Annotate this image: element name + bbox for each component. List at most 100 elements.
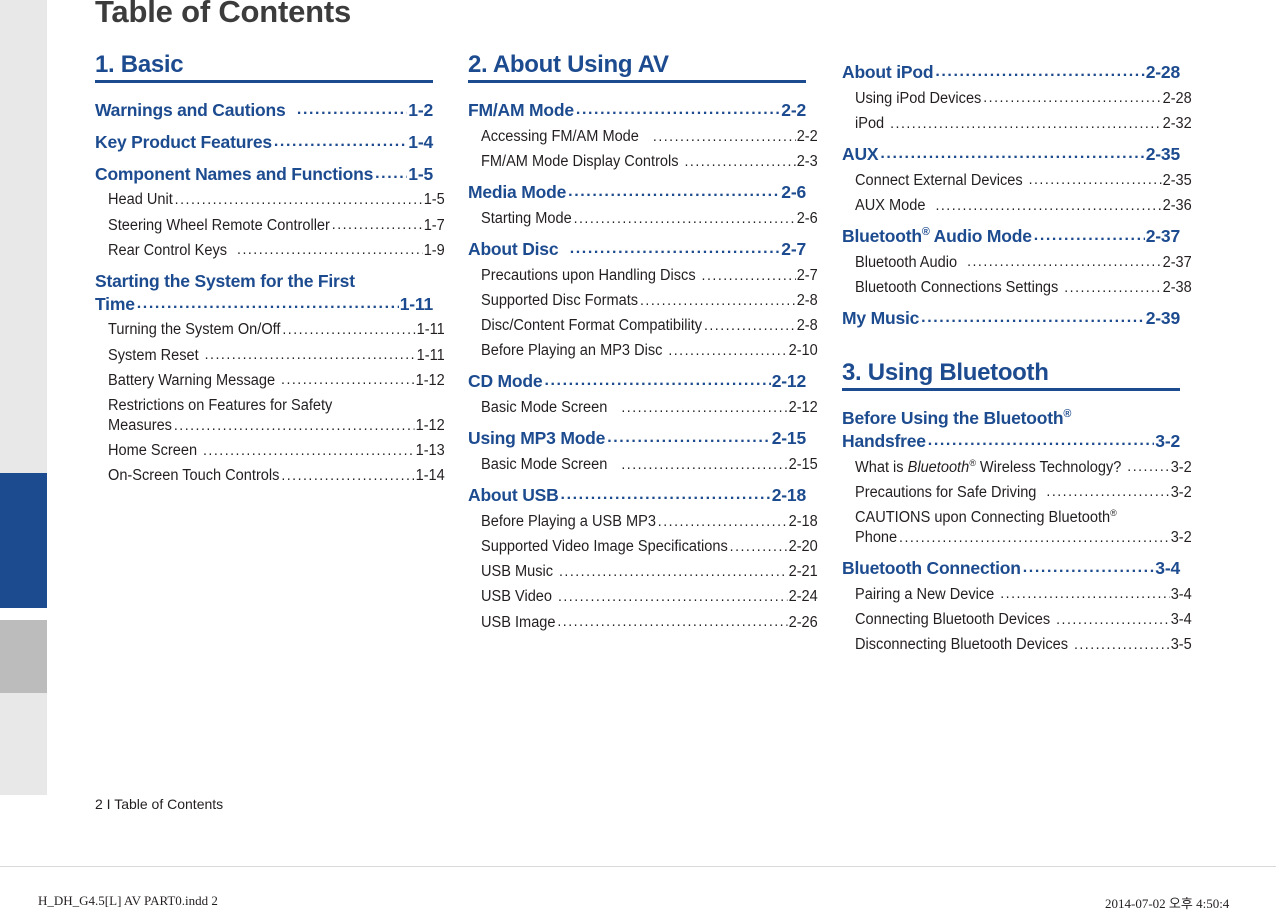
- toc-entry[interactable]: Battery Warning Message ................…: [108, 371, 445, 391]
- toc-entry[interactable]: Supported Disc Formats..................…: [481, 291, 818, 311]
- toc-entry[interactable]: Pairing a New Device ...................…: [855, 585, 1192, 605]
- toc-page-number: 1-11: [416, 346, 445, 364]
- toc-part-heading[interactable]: 3. Using Bluetooth: [842, 358, 1180, 392]
- leader-dots: ........................................…: [684, 152, 796, 170]
- toc-entry[interactable]: Disconnecting Bluetooth Devices ........…: [855, 635, 1192, 655]
- toc-entry-label: Head Unit: [108, 191, 173, 209]
- label-trailing-space: [1058, 278, 1062, 298]
- toc-page-number: 1-7: [423, 216, 445, 234]
- toc-entry-label: Connect External Devices: [855, 171, 1027, 191]
- toc-part-heading[interactable]: 1. Basic: [95, 51, 433, 84]
- toc-entry[interactable]: CD Mode.................................…: [468, 370, 806, 393]
- label-trailing-space: [227, 241, 235, 261]
- toc-entry[interactable]: Disc/Content Format Compatibility.......…: [481, 316, 818, 336]
- toc-entry[interactable]: AUX Mode ...............................…: [855, 196, 1192, 216]
- toc-entry[interactable]: Starting Mode...........................…: [481, 209, 818, 229]
- leader-dots: ........................................…: [657, 512, 788, 530]
- toc-entry[interactable]: USB Video ..............................…: [481, 587, 818, 607]
- toc-entry[interactable]: On-Screen Touch Controls................…: [108, 466, 445, 486]
- leader-dots: ........................................…: [921, 309, 1145, 327]
- toc-entry[interactable]: Connecting Bluetooth Devices ...........…: [855, 610, 1192, 630]
- toc-page-number: 1-4: [408, 131, 433, 152]
- toc-part-title: 1. Basic: [95, 51, 184, 78]
- leader-dots: ........................................…: [1028, 171, 1162, 189]
- toc-entry[interactable]: System Reset ...........................…: [108, 346, 445, 366]
- toc-entry[interactable]: Bluetooth Audio ........................…: [855, 253, 1192, 273]
- toc-entry-label: About USB: [468, 485, 559, 506]
- toc-entry-label: Starting Mode: [481, 209, 572, 227]
- toc-page-number: 1-11: [399, 293, 433, 314]
- toc-part-rule: [95, 80, 433, 84]
- toc-entry[interactable]: CAUTIONS upon Connecting Bluetooth® Phone…: [855, 508, 1192, 548]
- toc-entry[interactable]: Head Unit...............................…: [108, 190, 445, 210]
- toc-entry[interactable]: Basic Mode Screen ......................…: [481, 398, 818, 418]
- toc-page-number: 2-8: [796, 317, 818, 335]
- page-title: Table of Contents: [95, 0, 352, 29]
- toc-entry[interactable]: Before Using the Bluetooth® Handsfree....…: [842, 407, 1180, 453]
- label-trailing-space: [553, 562, 557, 582]
- toc-page-number: 2-37: [1162, 253, 1192, 271]
- toc-entry[interactable]: What is Bluetooth® Wireless Technology? …: [855, 458, 1192, 478]
- toc-entry[interactable]: Precautions for Safe Driving ...........…: [855, 483, 1192, 503]
- leader-dots: ........................................…: [557, 588, 788, 606]
- toc-entry[interactable]: Using MP3 Mode..........................…: [468, 427, 806, 450]
- toc-entry-label: Bluetooth Audio: [855, 253, 965, 273]
- toc-entry[interactable]: Restrictions on Features for Safety Measu…: [108, 396, 445, 436]
- toc-entry[interactable]: Before Playing a USB MP3................…: [481, 512, 818, 532]
- toc-entry-label: Basic Mode Screen: [481, 455, 619, 475]
- toc-entry[interactable]: About USB...............................…: [468, 484, 806, 507]
- toc-entry-label: USB Music: [481, 562, 557, 582]
- toc-entry[interactable]: Basic Mode Screen ......................…: [481, 455, 818, 475]
- label-trailing-space: [197, 441, 201, 461]
- toc-entry[interactable]: Bluetooth Connection....................…: [842, 557, 1180, 580]
- toc-entry[interactable]: About Disc .............................…: [468, 238, 806, 261]
- toc-page-number: 2-2: [796, 127, 818, 145]
- toc-entry[interactable]: Key Product Features....................…: [95, 131, 433, 154]
- toc-entry-label: Turning the System On/Off: [108, 321, 281, 339]
- leader-dots: ........................................…: [607, 429, 771, 447]
- toc-entry[interactable]: Steering Wheel Remote Controller........…: [108, 216, 445, 236]
- toc-entry[interactable]: Warnings and Cautions ..................…: [95, 99, 433, 122]
- toc-entry[interactable]: Supported Video Image Specifications....…: [481, 537, 818, 557]
- toc-entry[interactable]: My Music................................…: [842, 307, 1180, 330]
- toc-entry[interactable]: Starting the System for the First Time...…: [95, 270, 433, 316]
- leader-dots: ........................................…: [880, 144, 1145, 162]
- leader-dots: ........................................…: [890, 114, 1162, 132]
- toc-entry-label-line2: Measures: [108, 416, 172, 434]
- toc-entry[interactable]: Bluetooth Connections Settings .........…: [855, 278, 1192, 298]
- leader-dots: ........................................…: [967, 253, 1162, 271]
- leader-dots: ........................................…: [1064, 278, 1162, 296]
- toc-page-number: 1-12: [415, 371, 445, 389]
- toc-entry[interactable]: Before Playing an MP3 Disc .............…: [481, 341, 818, 361]
- toc-entry-label: iPod: [855, 114, 888, 134]
- toc-entry[interactable]: iPod ...................................…: [855, 114, 1192, 134]
- toc-entry[interactable]: Bluetooth® Audio Mode...................…: [842, 225, 1180, 248]
- toc-entry[interactable]: Media Mode..............................…: [468, 181, 806, 204]
- leader-dots: ........................................…: [729, 537, 788, 555]
- toc-entry[interactable]: AUX.....................................…: [842, 143, 1180, 166]
- toc-entry[interactable]: USB Image...............................…: [481, 613, 818, 633]
- toc-entry-label: What is Bluetooth® Wireless Technology?: [855, 458, 1125, 478]
- toc-entry[interactable]: USB Music ..............................…: [481, 562, 818, 582]
- toc-entry[interactable]: Turning the System On/Off...............…: [108, 320, 445, 340]
- toc-entry-label: Basic Mode Screen: [481, 398, 619, 418]
- toc-entry[interactable]: Component Names and Functions...........…: [95, 163, 433, 186]
- toc-entry[interactable]: Precautions upon Handling Discs ........…: [481, 266, 818, 286]
- toc-entry[interactable]: Home Screen ............................…: [108, 441, 445, 461]
- toc-part-heading[interactable]: 2. About Using AV: [468, 52, 806, 84]
- toc-entry[interactable]: Rear Control Keys ......................…: [108, 241, 445, 261]
- toc-entry-label: AUX Mode: [855, 196, 934, 216]
- toc-entry[interactable]: FM/AM Mode..............................…: [468, 99, 806, 122]
- toc-part-title: 3. Using Bluetooth: [842, 358, 1049, 386]
- toc-page-number: 2-7: [796, 266, 818, 284]
- toc-entry-label: Home Screen: [108, 441, 201, 461]
- toc-entry[interactable]: About iPod..............................…: [842, 61, 1180, 84]
- toc-entry[interactable]: FM/AM Mode Display Controls ............…: [481, 152, 818, 172]
- toc-entry[interactable]: Using iPod Devices......................…: [855, 89, 1192, 109]
- leader-dots: ........................................…: [1022, 559, 1155, 577]
- toc-entry[interactable]: Accessing FM/AM Mode ...................…: [481, 127, 818, 147]
- toc-page-number: 1-9: [423, 241, 445, 259]
- toc-entry[interactable]: Connect External Devices ...............…: [855, 171, 1192, 191]
- toc-entry-label: FM/AM Mode: [468, 100, 574, 121]
- toc-page-number: 3-2: [1170, 528, 1192, 546]
